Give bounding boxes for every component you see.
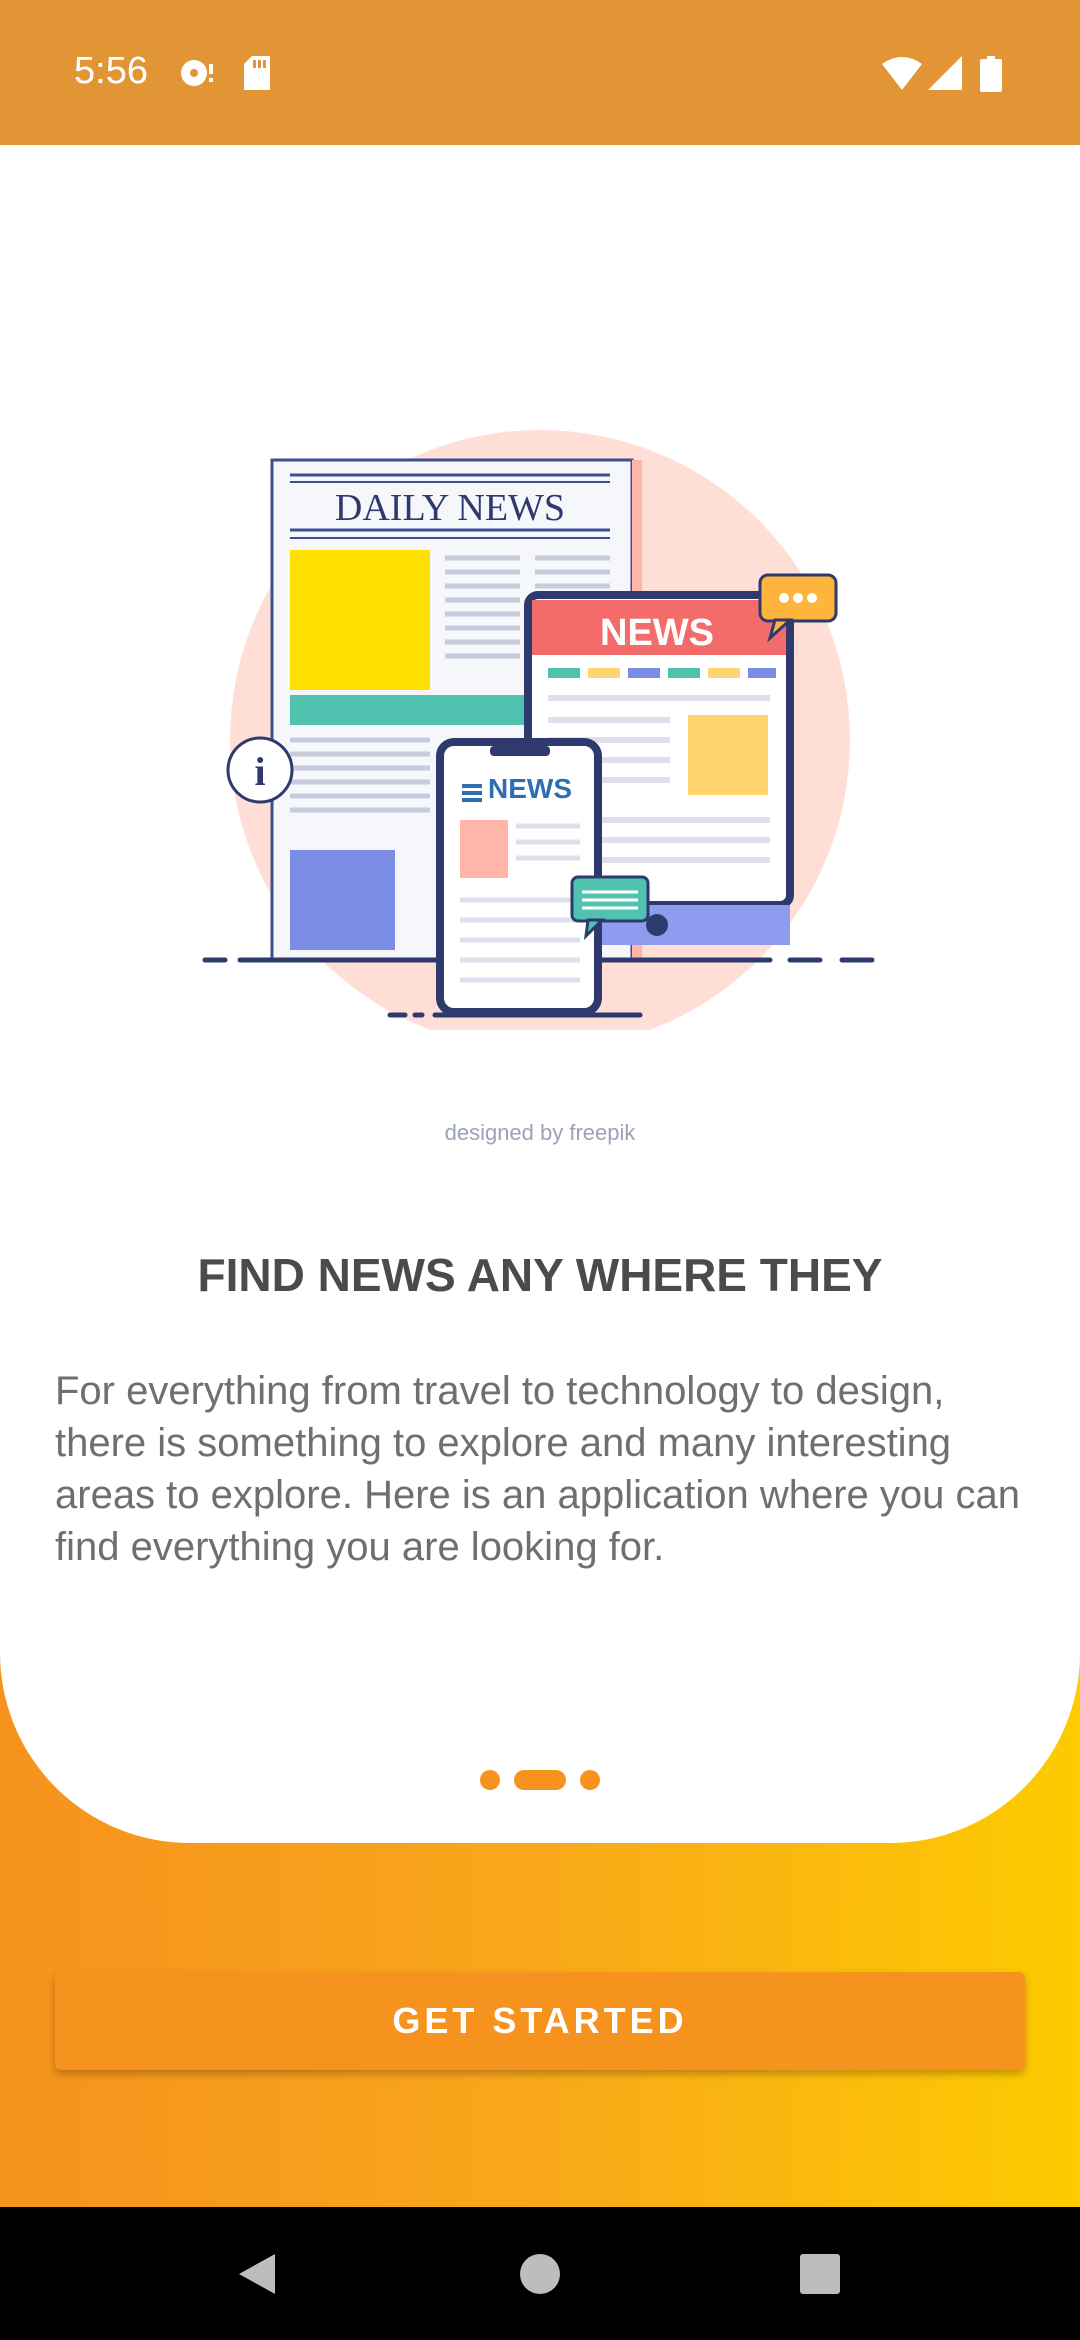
media-icon [178, 56, 216, 95]
page-dot-3[interactable] [580, 1770, 600, 1790]
image-credit: designed by freepik [444, 1120, 636, 1145]
signal-icon [928, 56, 962, 95]
tablet-title: NEWS [600, 612, 714, 654]
recents-button[interactable] [750, 2207, 890, 2340]
svg-text:i: i [254, 749, 265, 794]
home-button[interactable] [470, 2207, 610, 2340]
onboarding-headline: FIND NEWS ANY WHERE THEY [197, 1249, 883, 1301]
wifi-icon [882, 56, 922, 95]
get-started-button[interactable]: GET STARTED [55, 1972, 1025, 2070]
recents-icon [800, 2253, 840, 2294]
status-bar: 5:56 [0, 0, 1080, 145]
back-icon [239, 2253, 275, 2294]
back-button[interactable] [187, 2207, 327, 2340]
sd-card-icon [244, 56, 272, 95]
page-dot-1[interactable] [480, 1770, 500, 1790]
battery-icon [980, 56, 1002, 97]
page-dot-2-active[interactable] [514, 1770, 566, 1790]
status-time: 5:56 [74, 50, 148, 92]
page-indicator[interactable] [0, 1770, 1080, 1790]
newspaper-title: DAILY NEWS [335, 487, 565, 529]
phone-title: NEWS [488, 773, 572, 804]
news-illustration: DAILY NEWS i NEWS NEWS [190, 430, 910, 1050]
onboarding-description: For everything from travel to technology… [55, 1369, 1020, 1569]
system-navigation-bar [0, 2207, 1080, 2340]
home-icon [520, 2253, 560, 2294]
